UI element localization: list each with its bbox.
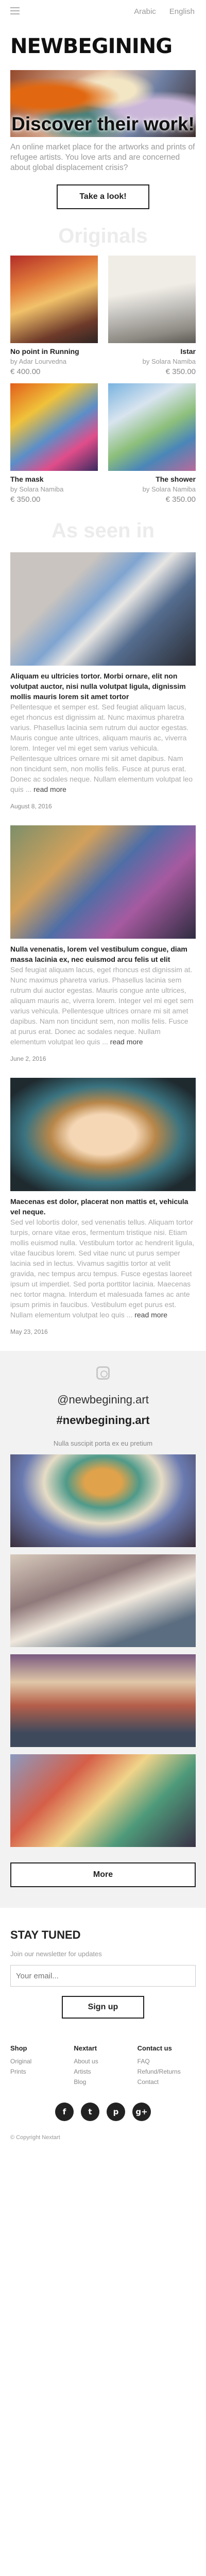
instagram-post-image[interactable] (10, 1454, 196, 1547)
footer-link[interactable]: FAQ (138, 2056, 196, 2066)
read-more-link[interactable]: read more (110, 1038, 143, 1046)
press-section-title: As seen in (51, 519, 155, 542)
press-list: Aliquam eu ultricies tortor. Morbi ornar… (0, 552, 206, 1335)
footer-link[interactable]: Blog (74, 2077, 132, 2087)
press-headline[interactable]: Nulla venenatis, lorem vel vestibulum co… (10, 944, 196, 964)
footer-column-contact: Contact us FAQ Refund/Returns Contact (138, 2044, 196, 2087)
newsletter-title: STAY TUNED (10, 1928, 81, 1941)
read-more-link[interactable]: read more (134, 1311, 167, 1319)
top-bar-wrapper: Arabic English (0, 0, 206, 23)
footer-column-nextart: Nextart About us Artists Blog (74, 2044, 132, 2087)
footer-link[interactable]: Original (10, 2056, 68, 2066)
press-body: Sed feugiat aliquam lacus, eget rhoncus … (10, 964, 196, 1047)
footer-columns: Shop Original Prints Nextart About us Ar… (10, 2044, 196, 2087)
instagram-post-image[interactable] (10, 1654, 196, 1747)
language-english[interactable]: English (169, 7, 195, 16)
product-image[interactable] (10, 383, 98, 471)
press-article: Maecenas est dolor, placerat non mattis … (10, 1078, 196, 1335)
footer-column-title: Nextart (74, 2044, 97, 2052)
press-article: Aliquam eu ultricies tortor. Morbi ornar… (10, 552, 196, 810)
instagram-subtitle: Nulla suscipit porta ex eu pretium (53, 1439, 153, 1447)
site-logo[interactable]: NEWBEGINING (0, 23, 206, 70)
instagram-icon[interactable] (96, 1366, 110, 1380)
product-image[interactable] (108, 383, 196, 471)
footer-link[interactable]: Refund/Returns (138, 2066, 196, 2077)
press-date: May 23, 2016 (10, 1328, 48, 1335)
product-artist: by Solara Namiba (142, 358, 196, 365)
originals-grid: No point in Running by Adar Lourvedna € … (0, 250, 206, 504)
press-image[interactable] (10, 1078, 196, 1191)
hero-title: Discover their work! (11, 113, 195, 134)
product-image[interactable] (10, 256, 98, 343)
copyright-text: © Copyright Nextart (10, 2134, 60, 2141)
logo-text: NEWBEGINING (10, 35, 173, 58)
footer-link[interactable]: Prints (10, 2066, 68, 2077)
instagram-post-image[interactable] (10, 1554, 196, 1647)
originals-section-title: Originals (58, 225, 148, 247)
product-card[interactable]: The shower by Solara Namiba € 350.00 (108, 383, 196, 504)
pinterest-icon[interactable]: p (107, 2103, 125, 2121)
hero-description: An online market place for the artworks … (10, 143, 195, 172)
read-more-link[interactable]: read more (33, 785, 66, 793)
press-body-text: Sed vel lobortis dolor, sed venenatis te… (10, 1218, 195, 1319)
press-image[interactable] (10, 552, 196, 666)
sign-up-button[interactable]: Sign up (62, 1996, 144, 2019)
product-price: € 350.00 (165, 495, 196, 504)
newsletter-subtitle: Join our newsletter for updates (10, 1950, 102, 1958)
facebook-icon[interactable]: f (55, 2103, 74, 2121)
product-price: € 400.00 (10, 367, 41, 376)
product-price: € 350.00 (165, 367, 196, 376)
instagram-section: @newbegining.art #newbegining.art Nulla … (0, 1351, 206, 1908)
press-date: August 8, 2016 (10, 803, 52, 810)
press-date: June 2, 2016 (10, 1055, 46, 1062)
press-headline[interactable]: Maecenas est dolor, placerat non mattis … (10, 1196, 196, 1217)
language-switcher: Arabic English (0, 0, 206, 23)
press-image[interactable] (10, 825, 196, 939)
instagram-handle[interactable]: @newbegining.art (10, 1393, 196, 1406)
product-title[interactable]: The mask (10, 475, 98, 483)
footer-column-title: Contact us (137, 2044, 172, 2052)
product-card[interactable]: No point in Running by Adar Lourvedna € … (10, 256, 98, 376)
hero-banner: Discover their work! (10, 70, 196, 137)
product-price: € 350.00 (10, 495, 41, 504)
instagram-hashtag[interactable]: #newbegining.art (10, 1414, 196, 1427)
product-title[interactable]: Istar (108, 347, 196, 355)
instagram-post-image[interactable] (10, 1754, 196, 1847)
product-title[interactable]: No point in Running (10, 347, 98, 355)
press-body-text: Pellentesque et semper est. Sed feugiat … (10, 703, 193, 793)
google-plus-icon[interactable]: g+ (132, 2103, 151, 2121)
footer-column-title: Shop (10, 2044, 27, 2052)
product-card[interactable]: The mask by Solara Namiba € 350.00 (10, 383, 98, 504)
footer-link[interactable]: Artists (74, 2066, 132, 2077)
press-headline[interactable]: Aliquam eu ultricies tortor. Morbi ornar… (10, 671, 196, 702)
take-a-look-button[interactable]: Take a look! (57, 184, 149, 209)
social-icons: f t p g+ (10, 2103, 196, 2121)
hamburger-menu-icon[interactable] (10, 7, 20, 14)
product-artist: by Solara Namiba (142, 485, 196, 493)
product-image[interactable] (108, 256, 196, 343)
press-article: Nulla venenatis, lorem vel vestibulum co… (10, 825, 196, 1062)
newsletter-section: STAY TUNED Join our newsletter for updat… (0, 1908, 206, 2034)
more-button[interactable]: More (10, 1862, 196, 1887)
product-title[interactable]: The shower (108, 475, 196, 483)
footer-column-shop: Shop Original Prints (10, 2044, 68, 2087)
twitter-icon[interactable]: t (81, 2103, 99, 2121)
press-body-text: Sed feugiat aliquam lacus, eget rhoncus … (10, 965, 194, 1046)
footer-link[interactable]: Contact (138, 2077, 196, 2087)
press-body: Sed vel lobortis dolor, sed venenatis te… (10, 1217, 196, 1320)
product-artist: by Solara Namiba (10, 485, 64, 493)
language-arabic[interactable]: Arabic (134, 7, 156, 16)
site-footer: Shop Original Prints Nextart About us Ar… (0, 2034, 206, 2151)
press-body: Pellentesque et semper est. Sed feugiat … (10, 702, 196, 794)
product-card[interactable]: Istar by Solara Namiba € 350.00 (108, 256, 196, 376)
footer-link[interactable]: About us (74, 2056, 132, 2066)
product-artist: by Adar Lourvedna (10, 358, 67, 365)
email-input[interactable] (10, 1965, 196, 1987)
